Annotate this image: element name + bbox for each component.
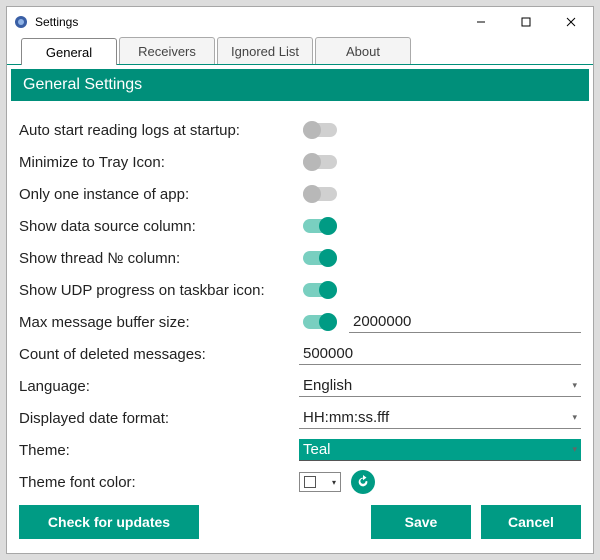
label-auto-start: Auto start reading logs at startup: — [19, 122, 299, 139]
row-font-color: Theme font color: ▾ — [19, 467, 581, 495]
select-date-format-value: HH:mm:ss.fff — [303, 409, 572, 426]
label-max-buffer: Max message buffer size: — [19, 314, 299, 331]
toggle-max-buffer[interactable] — [303, 315, 337, 329]
color-picker-font-color[interactable]: ▾ — [299, 472, 341, 492]
chevron-down-icon: ▾ — [572, 444, 577, 455]
row-show-udp: Show UDP progress on taskbar icon: — [19, 275, 581, 305]
label-show-udp: Show UDP progress on taskbar icon: — [19, 282, 299, 299]
tab-ignored-list[interactable]: Ignored List — [217, 37, 313, 64]
save-button[interactable]: Save — [371, 505, 471, 539]
label-font-color: Theme font color: — [19, 474, 299, 491]
check-updates-button[interactable]: Check for updates — [19, 505, 199, 539]
toggle-auto-start[interactable] — [303, 123, 337, 137]
window-title: Settings — [35, 15, 78, 29]
refresh-icon — [356, 475, 370, 489]
chevron-down-icon: ▾ — [332, 478, 336, 487]
select-language[interactable]: English ▾ — [299, 375, 581, 397]
footer: Check for updates Save Cancel — [7, 495, 593, 553]
minimize-button[interactable] — [458, 7, 503, 37]
row-show-source: Show data source column: — [19, 211, 581, 241]
select-theme[interactable]: Teal ▾ — [299, 439, 581, 461]
close-button[interactable] — [548, 7, 593, 37]
reset-font-color-button[interactable] — [351, 470, 375, 494]
label-show-source: Show data source column: — [19, 218, 299, 235]
select-date-format[interactable]: HH:mm:ss.fff ▾ — [299, 407, 581, 429]
label-date-format: Displayed date format: — [19, 410, 299, 427]
row-date-format: Displayed date format: HH:mm:ss.fff ▾ — [19, 403, 581, 433]
toggle-show-udp[interactable] — [303, 283, 337, 297]
row-single-instance: Only one instance of app: — [19, 179, 581, 209]
toggle-single-instance[interactable] — [303, 187, 337, 201]
tab-bar: General Receivers Ignored List About — [7, 37, 593, 65]
settings-window: Settings General Receivers Ignored List … — [6, 6, 594, 554]
color-swatch-box — [304, 476, 316, 488]
label-deleted-count: Count of deleted messages: — [19, 346, 299, 363]
label-language: Language: — [19, 378, 299, 395]
cancel-button[interactable]: Cancel — [481, 505, 581, 539]
titlebar: Settings — [7, 7, 593, 37]
toggle-show-thread[interactable] — [303, 251, 337, 265]
row-minimize-tray: Minimize to Tray Icon: — [19, 147, 581, 177]
row-auto-start: Auto start reading logs at startup: — [19, 115, 581, 145]
label-single-instance: Only one instance of app: — [19, 186, 299, 203]
toggle-show-source[interactable] — [303, 219, 337, 233]
row-show-thread: Show thread № column: — [19, 243, 581, 273]
maximize-button[interactable] — [503, 7, 548, 37]
tab-general[interactable]: General — [21, 38, 117, 65]
chevron-down-icon: ▾ — [572, 412, 577, 423]
app-icon — [13, 14, 29, 30]
row-theme: Theme: Teal ▾ — [19, 435, 581, 465]
input-deleted-count[interactable] — [299, 343, 581, 365]
tab-about[interactable]: About — [315, 37, 411, 64]
select-theme-value: Teal — [303, 441, 572, 458]
label-minimize-tray: Minimize to Tray Icon: — [19, 154, 299, 171]
settings-content: Auto start reading logs at startup: Mini… — [7, 101, 593, 495]
row-max-buffer: Max message buffer size: — [19, 307, 581, 337]
input-max-buffer[interactable] — [349, 311, 581, 333]
label-theme: Theme: — [19, 442, 299, 459]
chevron-down-icon: ▾ — [572, 380, 577, 391]
select-language-value: English — [303, 377, 572, 394]
toggle-minimize-tray[interactable] — [303, 155, 337, 169]
section-title: General Settings — [11, 69, 589, 101]
label-show-thread: Show thread № column: — [19, 250, 299, 267]
row-deleted-count: Count of deleted messages: — [19, 339, 581, 369]
tab-receivers[interactable]: Receivers — [119, 37, 215, 64]
row-language: Language: English ▾ — [19, 371, 581, 401]
